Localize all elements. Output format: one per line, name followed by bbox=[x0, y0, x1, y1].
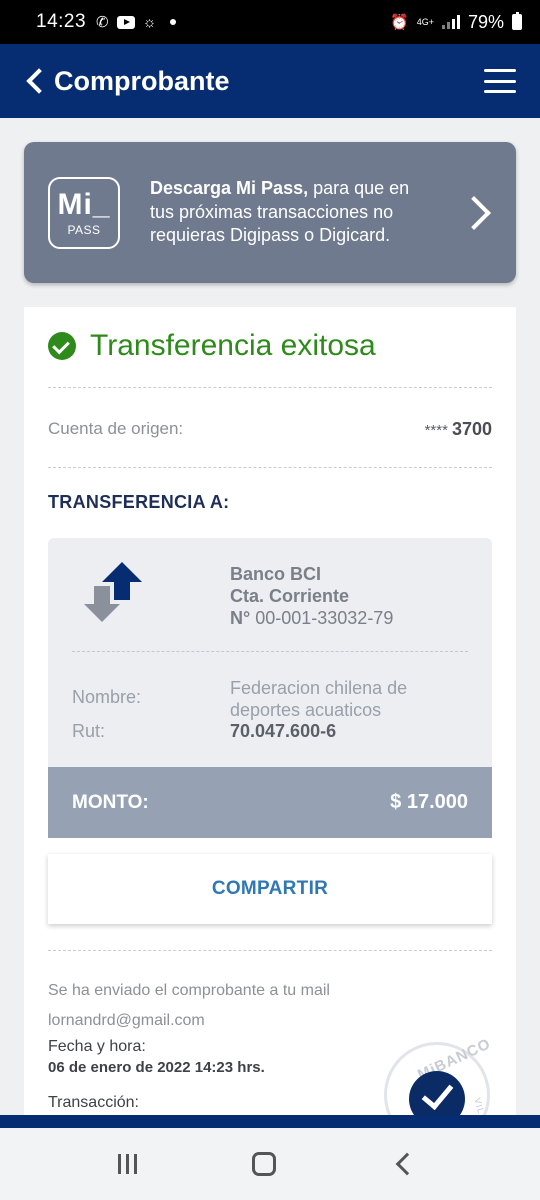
name-label: Nombre: bbox=[72, 687, 142, 707]
weather-icon: ☼ bbox=[142, 13, 157, 31]
youtube-icon bbox=[116, 15, 135, 29]
account-number: 00-001-33032-79 bbox=[255, 608, 394, 628]
status-bar: 14:23 ✆ ☼ ⏰ 4G+ 79% bbox=[0, 0, 540, 44]
status-time: 14:23 bbox=[36, 11, 87, 32]
amount-label: MONTO: bbox=[72, 791, 149, 813]
transfer-arrows-icon bbox=[84, 562, 142, 622]
bank-name: Banco BCI bbox=[230, 564, 322, 584]
destination-box: Banco BCI Cta. Corriente N° 00-001-33032… bbox=[48, 538, 492, 838]
success-title: Transferencia exitosa bbox=[90, 329, 376, 362]
hamburger-menu-icon[interactable] bbox=[484, 69, 516, 93]
battery-percent: 79% bbox=[467, 11, 504, 32]
origin-account-label: Cuenta de origen: bbox=[48, 419, 184, 438]
mipass-banner[interactable]: Mi_ PASS Descarga Mi Pass, para que en t… bbox=[24, 142, 516, 283]
transfer-to-title: TRANSFERENCIA A: bbox=[48, 492, 230, 512]
amount-value: $ 17.000 bbox=[390, 791, 468, 813]
battery-icon bbox=[512, 12, 522, 30]
amount-bar: MONTO: $ 17.000 bbox=[48, 767, 492, 838]
signal-icon bbox=[441, 15, 460, 29]
receipt-card: Transferencia exitosa Cuenta de origen: … bbox=[24, 307, 516, 1148]
alarm-icon: ⏰ bbox=[390, 13, 409, 31]
system-back-icon[interactable] bbox=[392, 1149, 422, 1179]
rut-label: Rut: bbox=[72, 721, 106, 741]
bank-info: Banco BCI Cta. Corriente N° 00-001-33032… bbox=[230, 563, 393, 629]
divider bbox=[48, 467, 492, 468]
divider bbox=[72, 651, 468, 652]
email-address: lornandrd@gmail.com bbox=[48, 1012, 205, 1029]
network-type: 4G+ bbox=[416, 16, 434, 27]
divider bbox=[48, 387, 492, 388]
back-icon[interactable] bbox=[24, 61, 54, 101]
system-nav-bar bbox=[0, 1128, 540, 1200]
status-right: ⏰ 4G+ 79% bbox=[390, 12, 522, 33]
success-row: Transferencia exitosa bbox=[48, 329, 376, 363]
chevron-right-icon[interactable] bbox=[462, 193, 492, 233]
notification-icons: ✆ ☼ bbox=[96, 13, 177, 31]
more-notifications-icon bbox=[170, 19, 177, 25]
check-circle-icon bbox=[48, 332, 76, 360]
app-header: Comprobante bbox=[0, 44, 540, 118]
recent-apps-icon[interactable] bbox=[117, 1154, 137, 1174]
name-value: Federacion chilena de deportes acuaticos bbox=[230, 678, 408, 720]
divider bbox=[48, 950, 492, 951]
rut-value: 70.047.600-6 bbox=[230, 721, 337, 741]
datetime-label: Fecha y hora: bbox=[48, 1038, 146, 1055]
account-mask: **** bbox=[424, 422, 448, 439]
origin-account-number: 3700 bbox=[451, 419, 492, 439]
mail-sent-message: Se ha enviado el comprobante a tu mail bbox=[48, 982, 330, 999]
account-number-row: N° 00-001-33032-79 bbox=[230, 607, 393, 629]
whatsapp-icon: ✆ bbox=[96, 13, 109, 31]
home-icon[interactable] bbox=[252, 1152, 277, 1176]
bottom-strip bbox=[0, 1115, 540, 1128]
share-button[interactable]: COMPARTIR bbox=[48, 854, 492, 924]
account-number-prefix: N° bbox=[230, 608, 251, 628]
datetime-value: 06 de enero de 2022 14:23 hrs. bbox=[48, 1059, 265, 1076]
origin-account-value: **** 3700 bbox=[425, 419, 492, 440]
mipass-logo-subtext: PASS bbox=[67, 222, 101, 237]
seal-side-text: VIL bbox=[472, 1096, 487, 1116]
banner-message-bold: Descarga Mi Pass, bbox=[150, 178, 309, 199]
transaction-label: Transacción: bbox=[48, 1094, 139, 1111]
banner-message: Descarga Mi Pass, para que en tus próxim… bbox=[150, 177, 420, 248]
mipass-logo: Mi_ PASS bbox=[48, 176, 120, 249]
account-type: Cta. Corriente bbox=[230, 586, 350, 606]
page-title: Comprobante bbox=[54, 65, 230, 96]
mipass-logo-text: Mi_ bbox=[57, 187, 111, 221]
